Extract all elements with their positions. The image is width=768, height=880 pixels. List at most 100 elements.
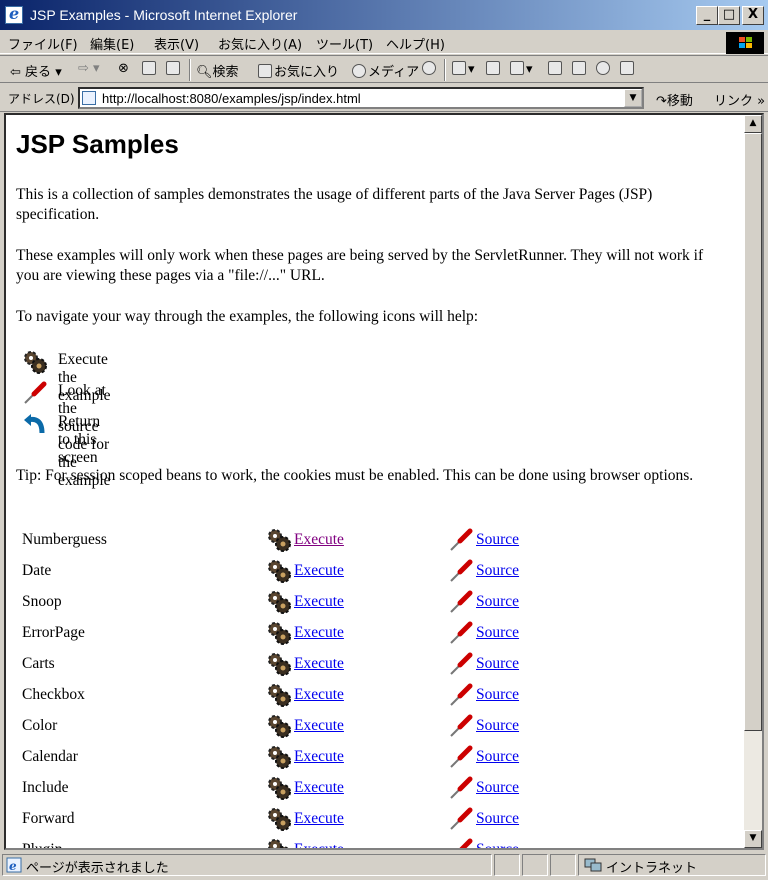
example-row: ErrorPage Execute Source (22, 620, 722, 650)
search-icon: 🔍︎ (196, 65, 213, 80)
execute-link[interactable]: Execute (294, 841, 344, 848)
screwdriver-icon[interactable] (448, 651, 474, 677)
menu-view[interactable]: 表示(V) (154, 34, 199, 53)
edit-icon (510, 61, 524, 75)
page-title: JSP Samples (16, 129, 179, 159)
maximize-button[interactable]: □ (718, 6, 740, 25)
source-link[interactable]: Source (476, 717, 519, 735)
gears-icon[interactable] (266, 682, 292, 708)
screwdriver-icon[interactable] (448, 682, 474, 708)
discuss-button[interactable] (548, 61, 564, 77)
execute-link[interactable]: Execute (294, 717, 344, 735)
print-button[interactable] (486, 61, 502, 77)
status-text: ページが表示されました (26, 861, 169, 876)
history-icon (422, 61, 436, 75)
source-link[interactable]: Source (476, 655, 519, 673)
source-link[interactable]: Source (476, 748, 519, 766)
go-button[interactable]: ↷移動 (656, 90, 693, 109)
screwdriver-icon[interactable] (448, 713, 474, 739)
screwdriver-icon[interactable] (448, 837, 474, 850)
address-dropdown-icon[interactable]: ▼ (624, 89, 642, 107)
gears-icon[interactable] (266, 713, 292, 739)
screwdriver-icon[interactable] (448, 558, 474, 584)
execute-link[interactable]: Execute (294, 655, 344, 673)
search-button[interactable]: 🔍︎検索 (196, 61, 239, 80)
gears-icon[interactable] (266, 589, 292, 615)
menu-help[interactable]: ヘルプ(H) (386, 34, 445, 53)
screwdriver-icon[interactable] (448, 620, 474, 646)
vertical-scrollbar[interactable]: ▲ ▼ (744, 115, 762, 848)
mail-button[interactable]: ▾ (452, 61, 475, 77)
source-link[interactable]: Source (476, 562, 519, 580)
forward-button[interactable]: ⇨ ▾ (78, 61, 100, 76)
execute-link[interactable]: Execute (294, 531, 344, 549)
execute-link[interactable]: Execute (294, 779, 344, 797)
back-button[interactable]: ⇦ 戻る ▾ (10, 61, 62, 80)
execute-link[interactable]: Execute (294, 686, 344, 704)
refresh-icon (142, 61, 156, 75)
intranet-icon (584, 858, 602, 872)
gears-icon[interactable] (266, 558, 292, 584)
execute-link[interactable]: Execute (294, 624, 344, 642)
status-bar: e ページが表示されました イントラネット (0, 852, 768, 880)
favorites-button[interactable]: お気に入り (258, 61, 339, 80)
menu-favorites[interactable]: お気に入り(A) (218, 34, 302, 53)
gears-icon[interactable] (266, 775, 292, 801)
history-button[interactable] (422, 61, 438, 77)
research-icon (572, 61, 586, 75)
screwdriver-icon[interactable] (448, 775, 474, 801)
window-title: JSP Examples - Microsoft Internet Explor… (30, 7, 298, 23)
page-viewport[interactable]: JSP Samples This is a collection of samp… (4, 113, 764, 850)
page-done-icon: e (6, 857, 22, 873)
media-button[interactable]: メディア (352, 61, 419, 80)
gears-icon[interactable] (266, 806, 292, 832)
menu-tools[interactable]: ツール(T) (316, 34, 373, 53)
close-button[interactable]: X (742, 6, 764, 25)
contacts-button[interactable] (620, 61, 636, 77)
screwdriver-icon[interactable] (448, 806, 474, 832)
forward-arrow-icon: ⇨ ▾ (78, 61, 100, 76)
menu-edit[interactable]: 編集(E) (90, 34, 134, 53)
stop-button[interactable]: ⊗ (118, 61, 129, 76)
messenger-button[interactable] (596, 61, 612, 77)
title-bar[interactable]: JSP Examples - Microsoft Internet Explor… (0, 0, 768, 30)
source-link[interactable]: Source (476, 841, 519, 848)
screwdriver-icon[interactable] (448, 527, 474, 553)
refresh-button[interactable] (142, 61, 158, 77)
address-url[interactable]: http://localhost:8080/examples/jsp/index… (102, 91, 361, 106)
source-link[interactable]: Source (476, 686, 519, 704)
gears-icon[interactable] (266, 837, 292, 850)
minimize-button[interactable]: _ (696, 6, 718, 25)
execute-link[interactable]: Execute (294, 593, 344, 611)
execute-link[interactable]: Execute (294, 748, 344, 766)
execute-link[interactable]: Execute (294, 810, 344, 828)
gears-icon[interactable] (266, 527, 292, 553)
go-label: 移動 (666, 94, 693, 109)
gears-icon[interactable] (266, 651, 292, 677)
home-button[interactable] (166, 61, 182, 77)
example-row: Plugin Execute Source (22, 837, 722, 850)
gears-icon[interactable] (266, 620, 292, 646)
screwdriver-icon[interactable] (448, 744, 474, 770)
tip-paragraph: Tip: For session scoped beans to work, t… (16, 467, 694, 484)
address-input[interactable]: http://localhost:8080/examples/jsp/index… (78, 87, 644, 109)
source-link[interactable]: Source (476, 779, 519, 797)
research-button[interactable] (572, 61, 588, 77)
source-link[interactable]: Source (476, 810, 519, 828)
execute-link[interactable]: Execute (294, 562, 344, 580)
source-link[interactable]: Source (476, 531, 519, 549)
scroll-down-icon[interactable]: ▼ (744, 830, 762, 848)
example-row: Numberguess Execute Source (22, 527, 722, 557)
source-link[interactable]: Source (476, 593, 519, 611)
media-icon (352, 64, 366, 78)
scrollbar-thumb[interactable] (744, 133, 762, 731)
mail-icon (452, 61, 466, 75)
example-row: Date Execute Source (22, 558, 722, 588)
scroll-up-icon[interactable]: ▲ (744, 115, 762, 133)
gears-icon[interactable] (266, 744, 292, 770)
edit-button[interactable]: ▾ (510, 61, 533, 77)
screwdriver-icon[interactable] (448, 589, 474, 615)
source-link[interactable]: Source (476, 624, 519, 642)
menu-file[interactable]: ファイル(F) (8, 34, 78, 53)
links-button[interactable]: リンク » (714, 90, 765, 109)
